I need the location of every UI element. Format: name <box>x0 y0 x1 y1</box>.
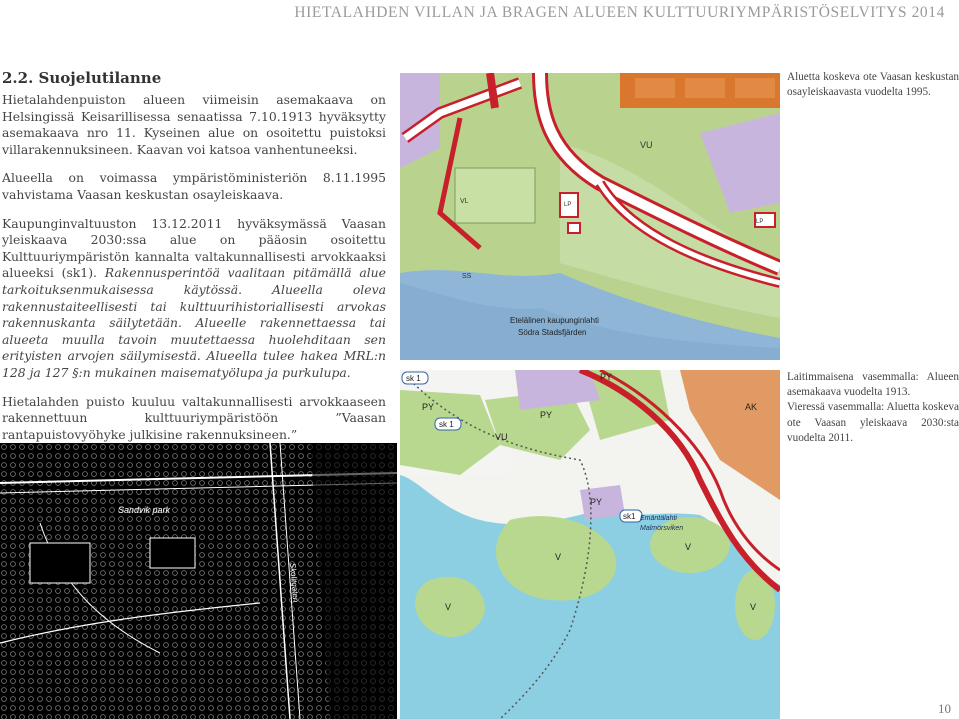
paragraph-2: Alueella on voimassa ympäristöministeriö… <box>2 170 386 202</box>
caption-bottom: Laitimmaisena vasemmalla: Alueen asemaka… <box>787 370 959 446</box>
map-2011-label: V <box>750 602 756 612</box>
paragraph-1: Hietalahdenpuiston alueen viimeisin asem… <box>2 92 386 157</box>
map-2011-label: V <box>555 552 561 562</box>
map-1995-label: VL <box>460 198 469 205</box>
caption-bottom-1: Laitimmaisena vasemmalla: Alueen asemaka… <box>787 371 959 399</box>
map-1995: VU LP LP VL SS Etelälinen kaupunginlahti… <box>400 73 780 360</box>
map-1913-label: Sandvik park <box>118 505 171 515</box>
paragraph-3: Kaupunginvaltuuston 13.12.2011 hyväksymä… <box>2 216 386 382</box>
map-2011-label: Malmörsviken <box>640 525 683 532</box>
map-1995-label: LP <box>756 219 763 225</box>
header-title: HIETALAHDEN VILLAN JA BRAGEN ALUEEN KULT… <box>294 4 945 21</box>
map-2011-label: sk 1 <box>406 374 421 383</box>
map-2011-label: Emäntälahti <box>640 515 677 522</box>
section-title: 2.2. Suojelutilanne <box>2 69 162 87</box>
map-2011: sk 1 sk 1 PY PY PY VU AK V V V V PY sk1 … <box>400 370 780 719</box>
map-2011-label: V <box>445 602 451 612</box>
map-1995-label: Södra Stadsfjärden <box>518 328 587 337</box>
page-number: 10 <box>938 701 951 716</box>
map-1995-label: Etelälinen kaupunginlahti <box>510 316 599 325</box>
map-2011-label: V <box>685 542 691 552</box>
map-2011-label: sk 1 <box>439 420 454 429</box>
map-1995-label: SS <box>462 273 472 280</box>
caption-bottom-2: Vieressä vasemmalla: Aluetta koskeva ote… <box>787 401 959 444</box>
map-1995-label: LP <box>564 202 571 208</box>
paragraph-3-italic: Rakennusperintöä vaalitaan pitämällä alu… <box>2 265 386 380</box>
map-2011-label: sk1 <box>623 512 636 521</box>
map-2011-label: PY <box>600 372 612 382</box>
paragraph-4: Hietalahden puisto kuuluu valtakunnallis… <box>2 393 386 442</box>
map-2011-label: PY <box>590 497 602 507</box>
map-2011-label: VU <box>495 432 508 442</box>
map-1995-label: VU <box>640 140 653 150</box>
map-2011-label: AK <box>745 402 757 412</box>
map-1913: Sandvik park Skolitgaten <box>0 443 397 719</box>
body-text: Hietalahdenpuiston alueen viimeisin asem… <box>2 92 386 455</box>
caption-top: Aluetta koskeva ote Vaasan keskustan osa… <box>787 71 959 99</box>
map-2011-label: PY <box>540 410 552 420</box>
map-2011-label: PY <box>422 402 434 412</box>
